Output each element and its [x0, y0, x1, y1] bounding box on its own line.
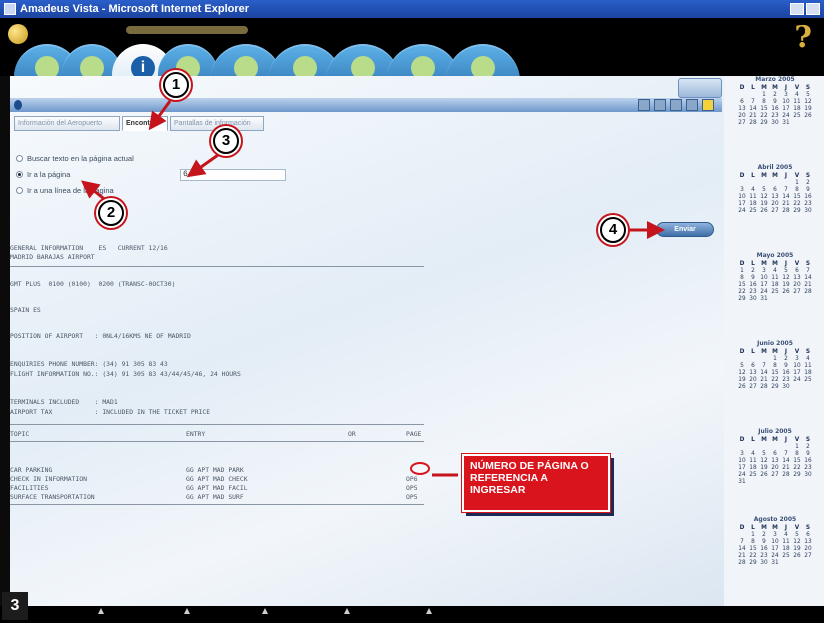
- callout-arrows: [80, 100, 665, 477]
- page-ref-highlight: [410, 462, 430, 475]
- arrow-2: [80, 180, 109, 204]
- callout-badge-2: 2: [98, 200, 124, 226]
- figure-number: 3: [2, 592, 28, 620]
- arrow-3: [186, 153, 219, 178]
- callout-badge-4: 4: [600, 217, 626, 243]
- callout-badge-1: 1: [163, 72, 189, 98]
- callout-note: NÚMERO DE PÁGINA O REFERENCIA A INGRESAR: [462, 454, 610, 512]
- callout-badge-3: 3: [213, 128, 239, 154]
- arrow-1: [148, 100, 172, 131]
